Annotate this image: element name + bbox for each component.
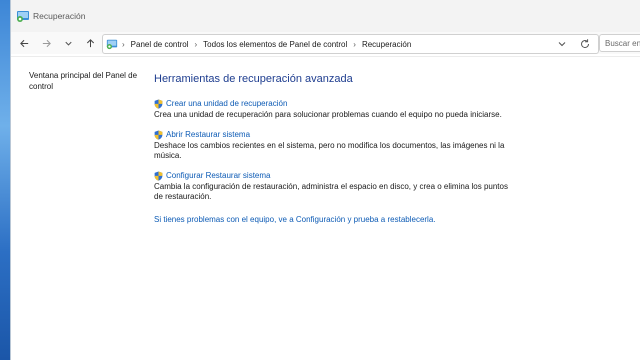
control-panel-icon	[17, 11, 29, 22]
task-label[interactable]: Abrir Restaurar sistema	[166, 130, 250, 140]
navigation-bar: › Panel de control › Todos los elementos…	[11, 32, 640, 54]
divider	[11, 56, 640, 57]
uac-shield-icon	[154, 99, 163, 109]
control-panel-icon	[106, 39, 118, 50]
breadcrumb-recuperacion[interactable]: Recuperación	[362, 40, 411, 49]
arrow-left-icon	[19, 39, 28, 47]
address-bar[interactable]: › Panel de control › Todos los elementos…	[102, 34, 599, 54]
task-description: Deshace los cambios recientes en el sist…	[154, 140, 505, 161]
search-placeholder: Buscar en e	[605, 38, 640, 48]
search-input[interactable]: Buscar en e	[599, 34, 640, 52]
sidebar: Ventana principal del Panel de control	[29, 70, 139, 92]
main-content: Herramientas de recuperación avanzada Cr…	[154, 73, 554, 224]
create-recovery-drive-link[interactable]: Crear una unidad de recuperación	[154, 99, 554, 109]
breadcrumb-all-items[interactable]: Todos los elementos de Panel de control	[203, 40, 347, 49]
page-title: Herramientas de recuperación avanzada	[154, 73, 353, 85]
back-button[interactable]	[15, 34, 33, 52]
control-panel-home-link[interactable]: Ventana principal del Panel de control	[29, 71, 137, 91]
task-description: Cambia la configuración de restauración,…	[154, 181, 508, 202]
breadcrumb-separator: ›	[194, 39, 198, 49]
recent-locations-button[interactable]	[59, 34, 77, 52]
task-description: Crea una unidad de recuperación para sol…	[154, 110, 502, 119]
refresh-icon[interactable]	[579, 38, 591, 50]
window-title: Recuperación	[33, 11, 86, 21]
uac-shield-icon	[154, 130, 163, 140]
chevron-down-icon	[64, 41, 72, 46]
open-system-restore-link[interactable]: Abrir Restaurar sistema	[154, 130, 554, 140]
forward-button[interactable]	[37, 34, 55, 52]
arrow-up-icon	[86, 38, 94, 47]
breadcrumb-panel-de-control[interactable]: Panel de control	[131, 40, 189, 49]
task-configure-system-restore: Configurar Restaurar sistema Cambia la c…	[154, 171, 554, 203]
control-panel-window: Recuperación › Panel de control › Todos …	[10, 0, 640, 360]
arrow-right-icon	[42, 39, 51, 47]
up-button[interactable]	[81, 34, 99, 52]
task-label[interactable]: Configurar Restaurar sistema	[166, 171, 270, 181]
task-open-system-restore: Abrir Restaurar sistema Deshace los camb…	[154, 130, 554, 162]
configure-system-restore-link[interactable]: Configurar Restaurar sistema	[154, 171, 554, 181]
task-create-recovery-drive: Crear una unidad de recuperación Crea un…	[154, 99, 554, 121]
chevron-down-icon[interactable]	[556, 38, 568, 50]
reset-pc-link[interactable]: Si tienes problemas con el equipo, ve a …	[154, 215, 554, 224]
title-bar[interactable]: Recuperación	[11, 0, 640, 32]
task-label[interactable]: Crear una unidad de recuperación	[166, 99, 287, 109]
breadcrumb-separator: ›	[122, 39, 125, 49]
breadcrumb-separator: ›	[353, 39, 356, 49]
uac-shield-icon	[154, 171, 163, 181]
